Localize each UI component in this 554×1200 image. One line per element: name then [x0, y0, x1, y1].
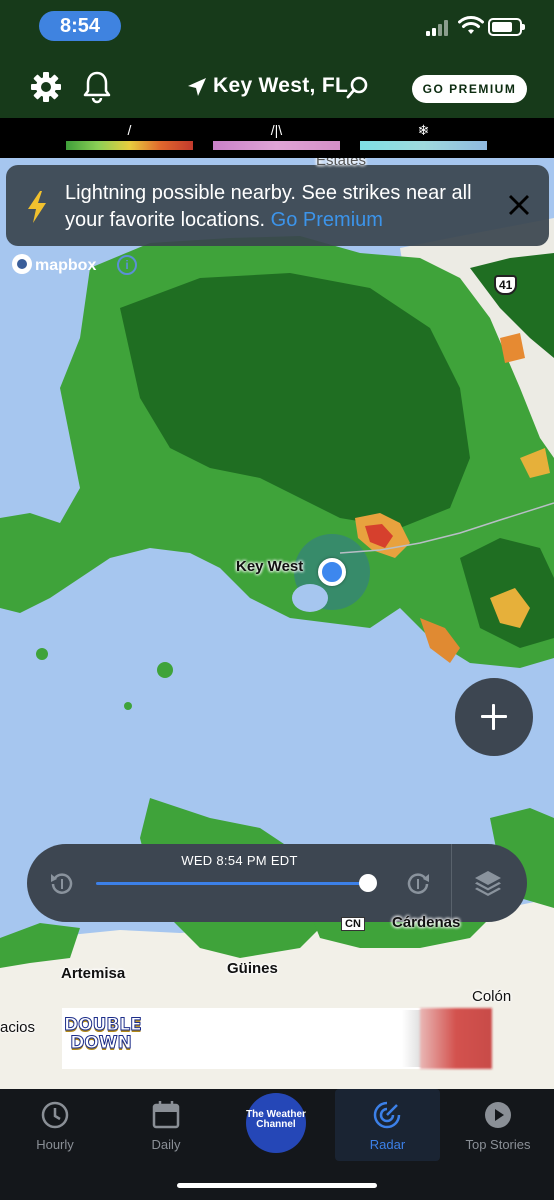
tab-hourly-label: Hourly [36, 1137, 74, 1152]
gear-icon[interactable] [30, 71, 62, 103]
map-label-guines: Güines [227, 960, 278, 977]
mixed-icon: /|\ [270, 122, 283, 138]
legend-snow: ❄ [360, 118, 487, 158]
legend-mixed: /|\ [213, 118, 340, 158]
cellular-signal-icon [426, 20, 452, 36]
timeline-timestamp: WED 8:54 PM EDT [181, 853, 298, 868]
lightning-bolt-icon [28, 191, 46, 223]
route-shield: 41 [494, 275, 518, 295]
location-arrow-icon [188, 78, 206, 96]
battery-icon [488, 18, 525, 36]
highway-shield: CN [341, 917, 365, 931]
alert-message: Lightning possible nearby. See strikes n… [65, 182, 472, 231]
status-bar: 8:54 [0, 0, 554, 55]
ad-banner[interactable]: DOUBLE DOWN [62, 1008, 492, 1069]
radar-timeline: WED 8:54 PM EDT [27, 844, 527, 922]
mapbox-text: mapbox [35, 257, 97, 274]
calendar-icon [152, 1101, 180, 1129]
legend-mixed-bar [213, 141, 340, 150]
map-label-cardenas: Cárdenas [392, 914, 461, 931]
rewind-icon[interactable] [49, 871, 75, 897]
precip-legend: / /|\ ❄ [0, 118, 554, 158]
alert-premium-link[interactable]: Go Premium [271, 209, 383, 231]
play-icon [485, 1102, 511, 1128]
radar-map-layer [0, 218, 554, 1089]
tab-daily-label: Daily [151, 1137, 181, 1152]
tab-radar-label: Radar [369, 1137, 406, 1152]
alert-text: Lightning possible nearby. See strikes n… [65, 180, 485, 234]
map-label-acios: acios [0, 1019, 36, 1036]
timeline-separator [451, 844, 452, 922]
status-time: 8:54 [39, 11, 121, 41]
wifi-icon [458, 16, 484, 34]
legend-snow-bar [360, 141, 487, 150]
tab-radar[interactable]: Radar [335, 1089, 440, 1161]
rain-icon: / [127, 122, 132, 138]
tab-top-stories[interactable]: Top Stories [443, 1089, 553, 1161]
bell-icon[interactable] [82, 70, 112, 104]
map-label-artemisa: Artemisa [61, 965, 126, 982]
radar-map[interactable]: Lightning possible nearby. See strikes n… [0, 158, 554, 1089]
map-label-estates: Estates [316, 158, 367, 169]
clock-icon [41, 1101, 69, 1129]
mapbox-attribution[interactable]: mapbox [12, 254, 96, 275]
search-icon[interactable] [345, 76, 369, 100]
legend-rain: / [66, 118, 193, 158]
tab-hourly[interactable]: Hourly [0, 1089, 110, 1161]
ad-brand-text: DOUBLE DOWN [64, 1015, 143, 1053]
mapbox-logo-icon [12, 254, 32, 274]
layers-icon[interactable] [473, 868, 503, 898]
location-name[interactable]: Key West, FL [213, 74, 348, 98]
timeline-track[interactable] [96, 882, 368, 885]
close-icon[interactable] [506, 192, 532, 218]
fast-forward-icon[interactable] [405, 871, 431, 897]
timeline-slider-thumb[interactable] [358, 874, 377, 892]
tab-daily[interactable]: Daily [111, 1089, 221, 1161]
ad-brand-logo: DOUBLE DOWN [64, 1016, 143, 1058]
go-premium-button[interactable]: GO PREMIUM [412, 75, 527, 103]
info-icon[interactable]: i [117, 255, 137, 275]
twc-logo[interactable]: The Weather Channel [246, 1093, 306, 1153]
zoom-in-button[interactable] [455, 678, 533, 756]
ad-image [420, 1008, 492, 1069]
app-screen: 8:54 Key West, FL GO PREMIUM / /|\ ❄ Lig… [0, 0, 554, 1200]
home-indicator[interactable] [177, 1183, 377, 1188]
app-header: Key West, FL GO PREMIUM [0, 55, 554, 118]
radar-icon [373, 1101, 401, 1129]
current-location-marker [318, 558, 346, 586]
lightning-alert-banner[interactable]: Lightning possible nearby. See strikes n… [6, 165, 549, 246]
map-label-key-west: Key West [236, 558, 304, 575]
map-label-colon: Colón [472, 988, 512, 1005]
snow-icon: ❄ [417, 122, 430, 138]
legend-rain-bar [66, 141, 193, 150]
tab-top-stories-label: Top Stories [465, 1137, 531, 1152]
bottom-tab-bar: Hourly Daily The Weather Channel Radar T… [0, 1089, 554, 1200]
